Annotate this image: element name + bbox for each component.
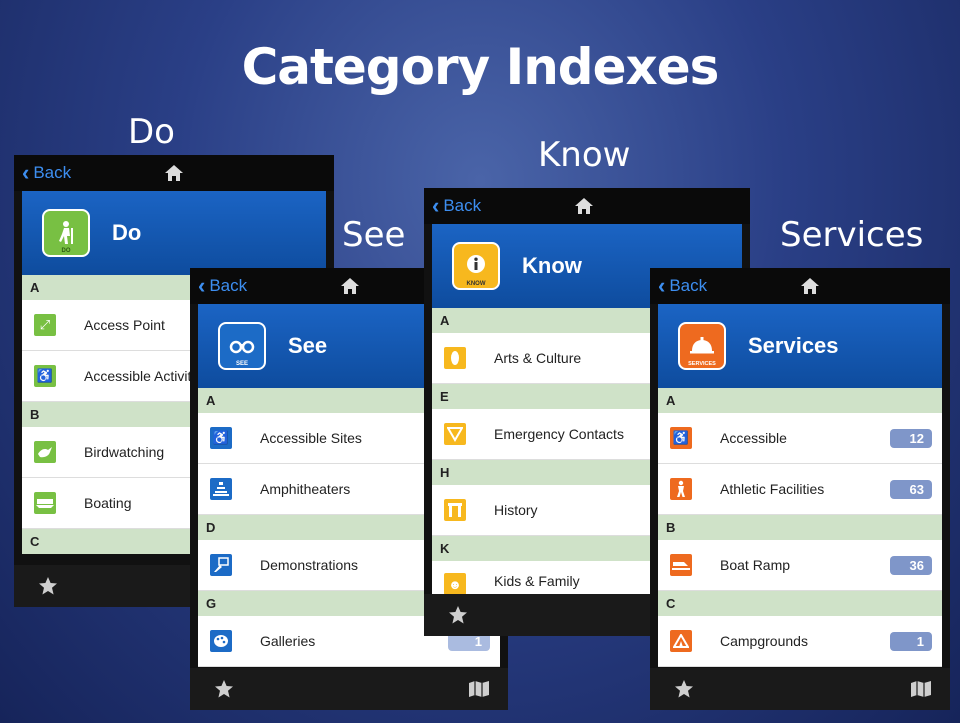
map-icon[interactable] bbox=[468, 681, 490, 697]
star-icon[interactable] bbox=[38, 576, 58, 596]
chevron-left-icon: ‹ bbox=[658, 273, 666, 298]
count-badge: 63 bbox=[890, 479, 932, 499]
category-header: DO Do bbox=[22, 191, 326, 275]
star-icon[interactable] bbox=[674, 679, 694, 699]
nav-bar: ‹ Back bbox=[650, 268, 950, 304]
list-item-boat-ramp[interactable]: Boat Ramp 36 bbox=[658, 540, 942, 591]
star-icon[interactable] bbox=[448, 605, 468, 625]
chevron-left-icon: ‹ bbox=[22, 160, 30, 185]
caption-know: Know bbox=[538, 135, 631, 175]
athlete-icon bbox=[670, 478, 692, 500]
kids-icon: ☻ bbox=[444, 573, 466, 595]
back-button[interactable]: ‹ Back bbox=[22, 162, 71, 184]
access-point-icon: ⤢ bbox=[34, 314, 56, 336]
demonstration-icon bbox=[210, 554, 232, 576]
item-label: Access Point bbox=[84, 317, 165, 333]
arts-icon bbox=[444, 347, 466, 369]
back-label: Back bbox=[669, 276, 708, 295]
history-icon bbox=[444, 499, 466, 521]
hiker-icon: DO bbox=[42, 209, 90, 257]
wheelchair-icon: ♿ bbox=[210, 427, 232, 449]
tab-bar bbox=[650, 668, 950, 710]
item-label: Birdwatching bbox=[84, 444, 165, 460]
item-label: Emergency Contacts bbox=[494, 426, 624, 442]
list-item-campgrounds[interactable]: Campgrounds 1 bbox=[658, 616, 942, 667]
item-label: Boat Ramp bbox=[720, 557, 791, 573]
service-bell-icon: SERVICES bbox=[678, 322, 726, 370]
header-title: Services bbox=[748, 333, 839, 358]
count-badge: 1 bbox=[890, 631, 932, 651]
home-icon[interactable] bbox=[164, 163, 184, 183]
item-label: Accessible bbox=[720, 430, 787, 446]
chevron-left-icon: ‹ bbox=[432, 193, 440, 218]
back-label: Back bbox=[33, 163, 72, 182]
palette-icon bbox=[210, 630, 232, 652]
back-label: Back bbox=[443, 196, 482, 215]
boat-ramp-icon bbox=[670, 554, 692, 576]
home-icon[interactable] bbox=[340, 276, 360, 296]
tent-icon bbox=[670, 630, 692, 652]
back-button[interactable]: ‹ Back bbox=[198, 275, 247, 297]
count-badge: 12 bbox=[890, 428, 932, 448]
wheelchair-icon: ♿ bbox=[34, 365, 56, 387]
badge-label: KNOW bbox=[466, 281, 486, 287]
back-button[interactable]: ‹ Back bbox=[432, 195, 481, 217]
section-header-a: A bbox=[658, 388, 942, 413]
binoculars-icon: SEE bbox=[218, 322, 266, 370]
home-icon[interactable] bbox=[800, 276, 820, 296]
item-label: Campgrounds bbox=[720, 633, 808, 649]
chevron-left-icon: ‹ bbox=[198, 273, 206, 298]
item-label: Amphitheaters bbox=[260, 481, 351, 497]
section-header-b: B bbox=[658, 515, 942, 540]
item-label: Boating bbox=[84, 495, 132, 511]
item-label: Demonstrations bbox=[260, 557, 359, 573]
bird-icon bbox=[34, 441, 56, 463]
caption-do: Do bbox=[128, 112, 175, 152]
star-icon[interactable] bbox=[214, 679, 234, 699]
info-icon: KNOW bbox=[452, 242, 500, 290]
back-label: Back bbox=[209, 276, 248, 295]
category-list: A ♿ Accessible 12 Athletic Facilities 63… bbox=[658, 388, 942, 667]
nav-bar: ‹ Back bbox=[14, 155, 334, 191]
header-title: Know bbox=[522, 253, 582, 278]
item-label: History bbox=[494, 502, 538, 518]
badge-label: SERVICES bbox=[688, 361, 716, 367]
phone-screen-services: ‹ Back SERVICES Services A ♿ Accessible … bbox=[650, 268, 950, 710]
slide-title: Category Indexes bbox=[241, 38, 720, 96]
section-header-c: C bbox=[658, 591, 942, 616]
list-item-athletic-facilities[interactable]: Athletic Facilities 63 bbox=[658, 464, 942, 515]
caption-see: See bbox=[342, 215, 406, 255]
item-label: Accessible Sites bbox=[260, 430, 362, 446]
item-label: Arts & Culture bbox=[494, 350, 582, 366]
badge-label: SEE bbox=[235, 361, 248, 367]
count-badge: 36 bbox=[890, 555, 932, 575]
tab-bar bbox=[190, 668, 508, 710]
nav-bar: ‹ Back bbox=[424, 188, 750, 224]
amphitheater-icon bbox=[210, 478, 232, 500]
header-title: Do bbox=[112, 220, 142, 245]
category-header: SERVICES Services bbox=[658, 304, 942, 388]
item-label: Athletic Facilities bbox=[720, 481, 825, 497]
item-label: Kids & Family bbox=[494, 573, 580, 589]
map-icon[interactable] bbox=[910, 681, 932, 697]
boat-icon bbox=[34, 492, 56, 514]
item-label: Galleries bbox=[260, 633, 316, 649]
caption-services: Services bbox=[780, 215, 924, 255]
badge-label: DO bbox=[61, 248, 71, 254]
header-title: See bbox=[288, 333, 328, 358]
back-button[interactable]: ‹ Back bbox=[658, 275, 707, 297]
slide: Category Indexes Do See Know Services ‹ … bbox=[0, 0, 960, 723]
wheelchair-icon: ♿ bbox=[670, 427, 692, 449]
emergency-icon bbox=[444, 423, 466, 445]
home-icon[interactable] bbox=[574, 196, 594, 216]
list-item-accessible[interactable]: ♿ Accessible 12 bbox=[658, 413, 942, 464]
